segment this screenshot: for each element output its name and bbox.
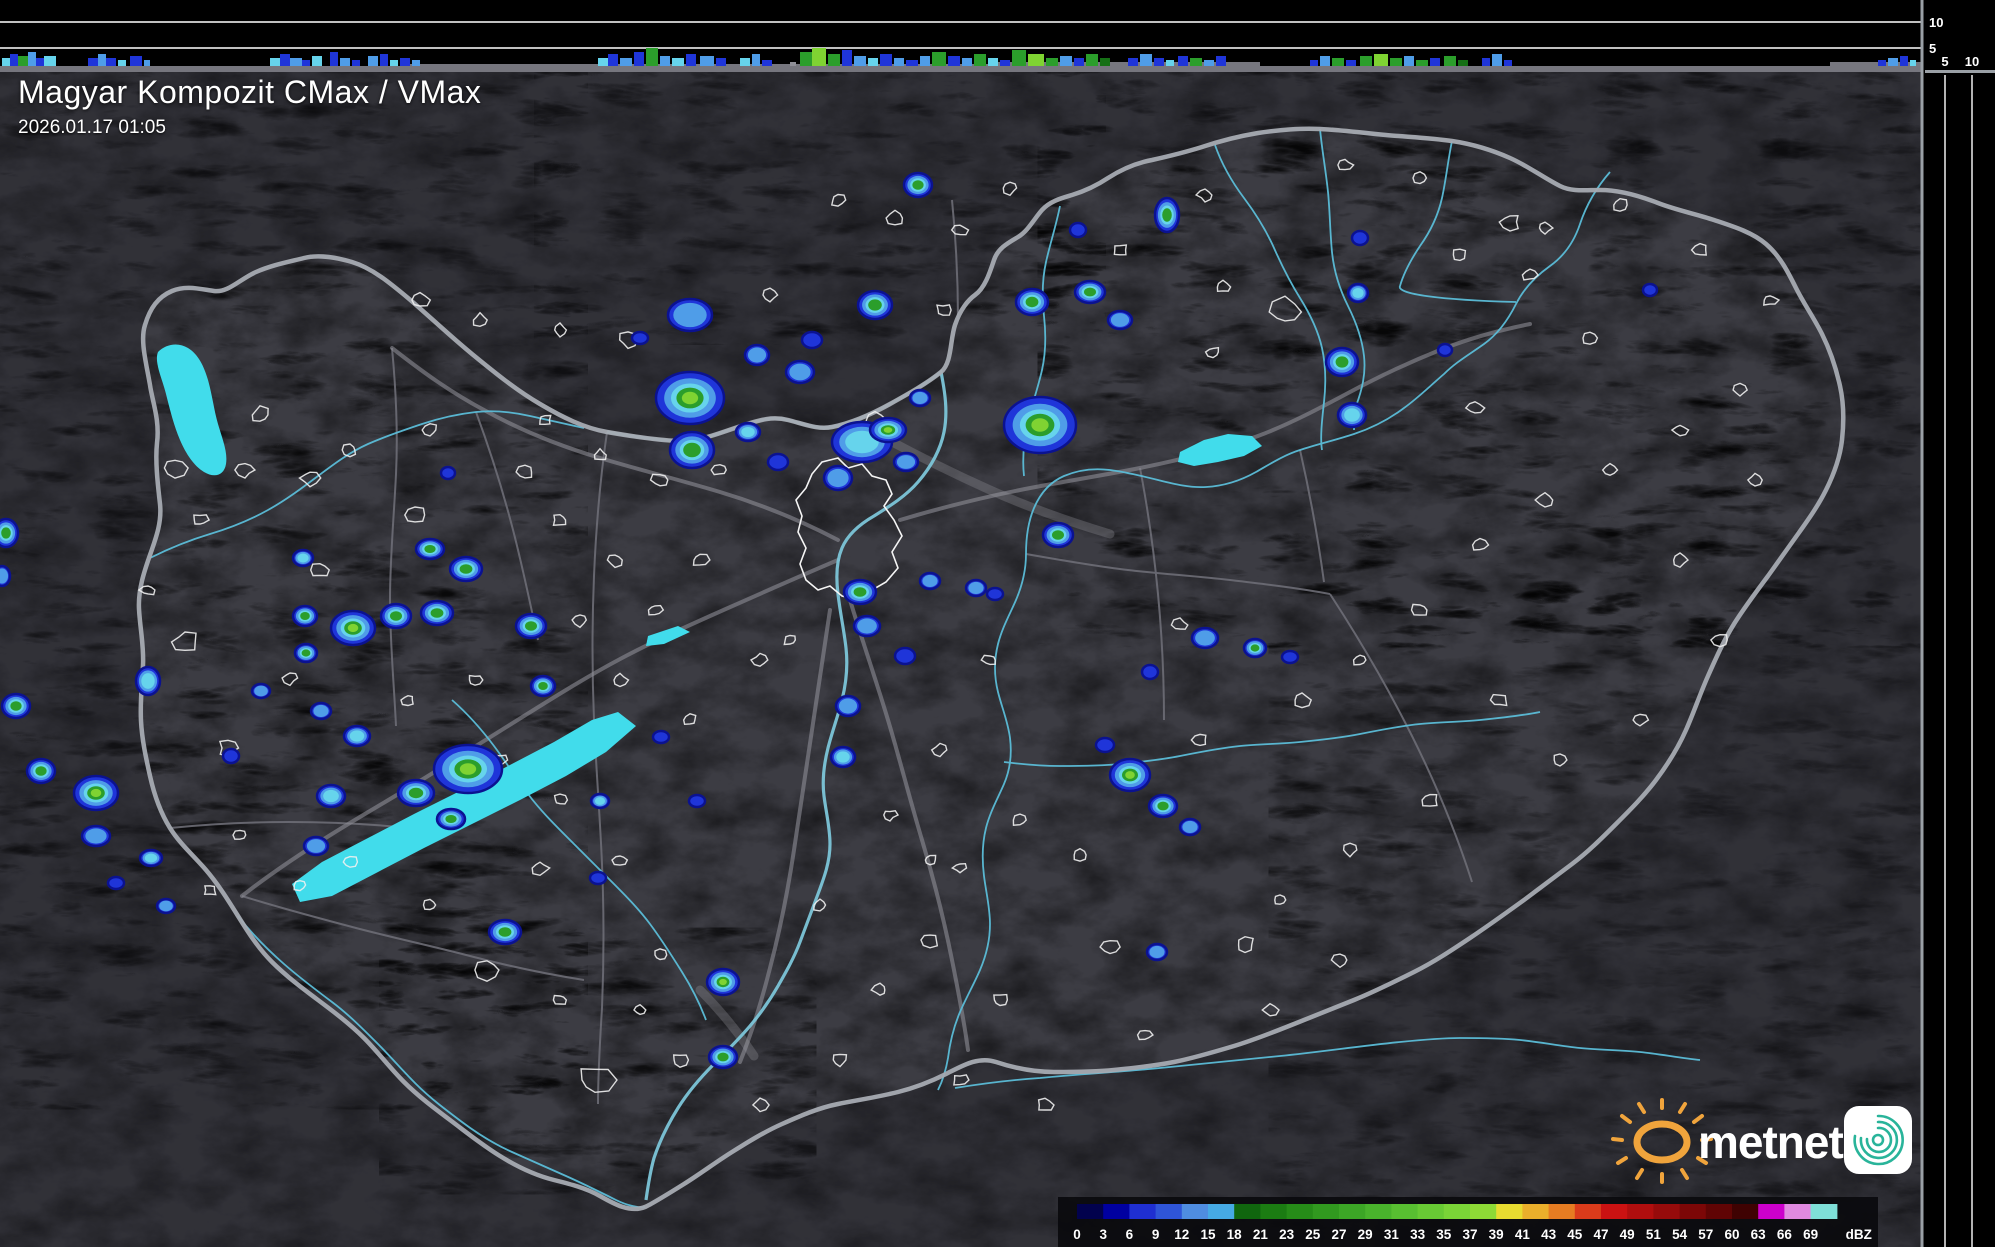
map-area: [0, 72, 1921, 1247]
page-title: Magyar Kompozit CMax / VMax: [18, 74, 481, 111]
svg-text:60: 60: [1724, 1227, 1739, 1242]
right-axis-label-10: 10: [1965, 54, 1979, 69]
svg-text:57: 57: [1698, 1227, 1713, 1242]
svg-text:15: 15: [1200, 1227, 1216, 1242]
svg-text:41: 41: [1515, 1227, 1531, 1242]
top-profile-strip: [0, 0, 1921, 72]
svg-text:6: 6: [1126, 1227, 1134, 1242]
svg-text:23: 23: [1279, 1227, 1295, 1242]
svg-text:45: 45: [1567, 1227, 1583, 1242]
top-axis-label-10: 10: [1929, 15, 1943, 30]
svg-text:27: 27: [1331, 1227, 1346, 1242]
svg-text:63: 63: [1751, 1227, 1767, 1242]
svg-text:33: 33: [1410, 1227, 1426, 1242]
svg-text:39: 39: [1489, 1227, 1504, 1242]
svg-text:31: 31: [1384, 1227, 1400, 1242]
svg-text:9: 9: [1152, 1227, 1160, 1242]
svg-text:3: 3: [1099, 1227, 1107, 1242]
svg-text:0: 0: [1073, 1227, 1081, 1242]
right-axis-label-5: 5: [1941, 54, 1948, 69]
svg-text:69: 69: [1803, 1227, 1818, 1242]
logo-wordmark: metnet: [1698, 1116, 1843, 1168]
svg-text:29: 29: [1358, 1227, 1373, 1242]
colorbar-cells: [1077, 1204, 1837, 1219]
metnet-app-icon: [1844, 1106, 1912, 1174]
radar-composite-canvas: 10 5 5 10 036912151821232527293133353739…: [0, 0, 1995, 1247]
radar-app-window: 10 5 5 10 036912151821232527293133353739…: [0, 0, 1995, 1247]
svg-text:54: 54: [1672, 1227, 1688, 1242]
right-profile-strip: [1925, 0, 1995, 1247]
svg-text:51: 51: [1646, 1227, 1662, 1242]
svg-text:43: 43: [1541, 1227, 1557, 1242]
corner-divider: [1925, 70, 1995, 73]
svg-text:37: 37: [1462, 1227, 1477, 1242]
svg-text:47: 47: [1593, 1227, 1608, 1242]
svg-text:12: 12: [1174, 1227, 1189, 1242]
svg-text:25: 25: [1305, 1227, 1321, 1242]
dbz-colorbar: 0369121518212325272931333537394143454749…: [1058, 1197, 1878, 1247]
svg-text:35: 35: [1436, 1227, 1452, 1242]
svg-text:dBZ: dBZ: [1846, 1227, 1872, 1242]
svg-text:49: 49: [1620, 1227, 1635, 1242]
top-axis-label-5: 5: [1929, 41, 1936, 56]
svg-text:21: 21: [1253, 1227, 1269, 1242]
title-block: Magyar Kompozit CMax / VMax 2026.01.17 0…: [18, 74, 481, 139]
svg-text:18: 18: [1227, 1227, 1243, 1242]
timestamp: 2026.01.17 01:05: [18, 117, 481, 139]
svg-text:66: 66: [1777, 1227, 1793, 1242]
